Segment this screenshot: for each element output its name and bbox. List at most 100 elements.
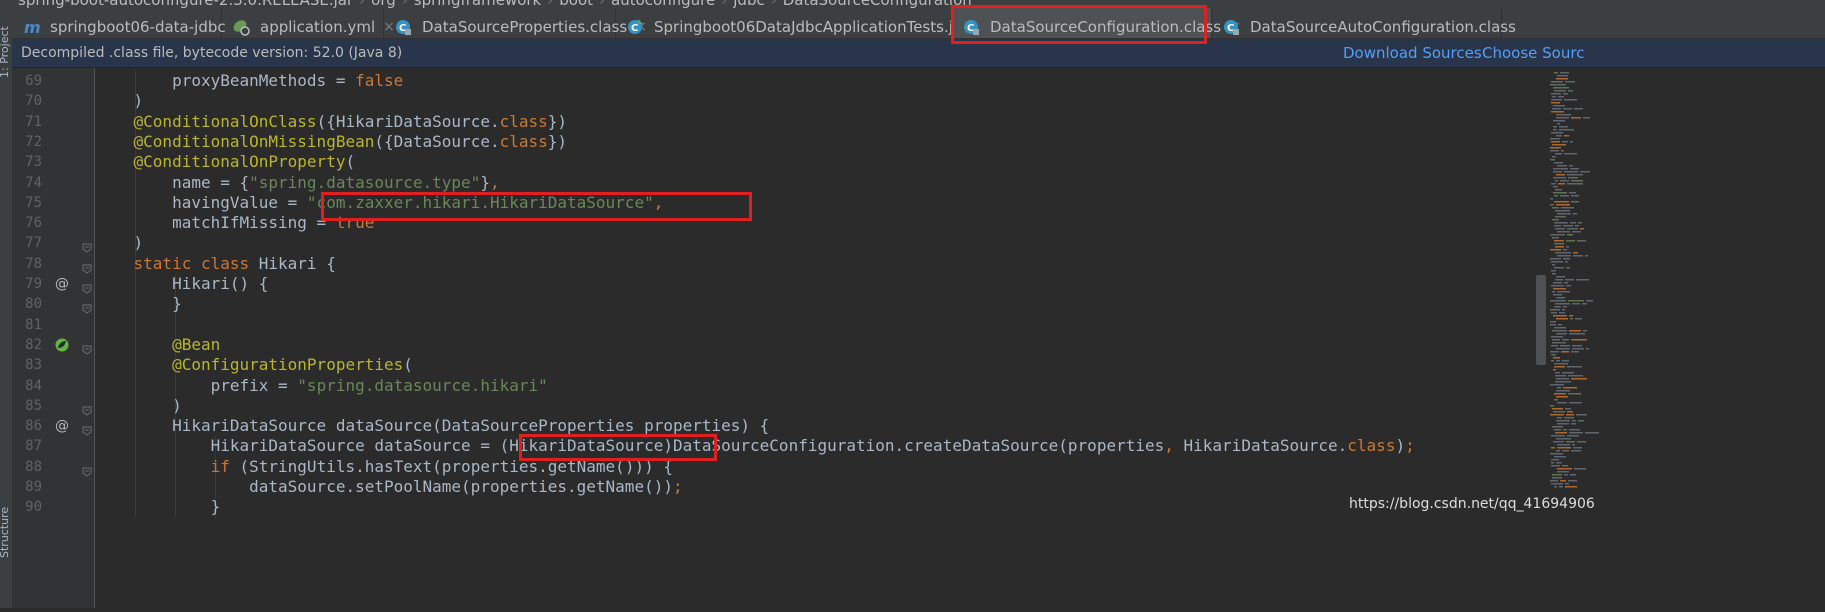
- watermark: https://blog.csdn.net/qq_41694906: [1349, 496, 1595, 512]
- code-token: Hikari() {: [95, 274, 269, 293]
- code-line[interactable]: ): [95, 233, 144, 253]
- fold-marker-icon[interactable]: [82, 462, 92, 477]
- choose-sources-link[interactable]: Choose Sourc: [1482, 44, 1584, 62]
- code-token: }: [95, 294, 182, 314]
- fold-marker-icon[interactable]: [82, 279, 92, 294]
- code-line[interactable]: HikariDataSource dataSource = (HikariDat…: [95, 436, 1415, 456]
- breadcrumb-item[interactable]: spring-boot-autoconfigure-2.3.0.RELEASE.…: [18, 0, 353, 8]
- line-number: 90: [25, 499, 42, 516]
- code-token: matchIfMissing =: [95, 213, 336, 233]
- code-line[interactable]: prefix = "spring.datasource.hikari": [95, 376, 548, 396]
- code-token: ): [95, 395, 182, 415]
- line-number: 73: [25, 154, 42, 171]
- breadcrumb-separator: ›: [359, 0, 365, 8]
- code-token: }): [547, 111, 568, 131]
- code-token: }: [95, 497, 221, 517]
- code-token: ,: [1164, 436, 1184, 456]
- line-number: 74: [25, 174, 42, 191]
- code-token: }): [547, 131, 568, 151]
- line-number: 78: [25, 255, 42, 272]
- line-number: 83: [25, 357, 42, 374]
- breadcrumb-item[interactable]: springframework: [414, 0, 541, 8]
- code-token: "spring.datasource.type": [249, 172, 481, 192]
- code-line[interactable]: ): [95, 396, 182, 416]
- test-class-icon: C: [626, 18, 644, 36]
- code-token: @ConfigurationProperties: [95, 355, 404, 375]
- line-number: 69: [25, 73, 42, 89]
- line-number: 79: [25, 276, 42, 292]
- minimap[interactable]: [1536, 68, 1825, 608]
- breadcrumb-item[interactable]: jdbc: [733, 0, 764, 8]
- code-token: Hikari {: [258, 253, 336, 273]
- code-token: (: [403, 355, 413, 375]
- code-line[interactable]: }: [95, 294, 182, 314]
- code-token: ({DataSource.: [374, 131, 500, 151]
- code-token: if: [95, 456, 240, 476]
- code-token: false: [355, 71, 404, 90]
- highlight-box-active-tab: [951, 5, 1207, 44]
- code-line[interactable]: dataSource.setPoolName(properties.getNam…: [95, 477, 683, 497]
- editor-gutter[interactable]: 69 70 71 72 73 74 75 76 77 78 79 @80 81 82 83 84 85 86 @87…: [12, 68, 95, 608]
- code-line[interactable]: @Bean: [95, 335, 220, 355]
- maven-m-icon: m: [22, 18, 40, 36]
- code-line[interactable]: Hikari() {: [95, 274, 268, 294]
- code-token: @ConditionalOnClass: [95, 111, 317, 131]
- code-token: dataSource.setPoolName(properties.getNam…: [95, 477, 673, 496]
- breadcrumb-separator: ›: [771, 0, 777, 8]
- code-line[interactable]: name = {"spring.datasource.type"},: [95, 173, 500, 193]
- highlight-box-cast: [519, 434, 717, 461]
- fold-marker-icon[interactable]: [82, 259, 92, 274]
- code-token: ({HikariDataSource.: [316, 111, 500, 131]
- code-token: ): [1395, 436, 1406, 456]
- yaml-leaf-icon: [232, 18, 250, 36]
- override-marker-icon[interactable]: @: [55, 419, 69, 433]
- project-tool-label[interactable]: 1: Project: [0, 26, 11, 78]
- download-sources-link[interactable]: Download Sources: [1343, 44, 1482, 62]
- fold-marker-icon[interactable]: [82, 238, 92, 254]
- tab-label: application.yml: [260, 18, 376, 36]
- tab-label: Springboot06DataJdbcApplicationTests.jav…: [654, 18, 981, 36]
- line-number: 80: [25, 296, 42, 313]
- code-token: ;: [672, 477, 683, 496]
- breadcrumb-separator: ›: [402, 0, 408, 8]
- tab-label: DataSourceProperties.class: [422, 18, 628, 36]
- override-marker-icon[interactable]: @: [55, 277, 69, 291]
- code-line[interactable]: proxyBeanMethods = false: [95, 71, 403, 91]
- decompiled-banner: Decompiled .class file, bytecode version…: [12, 38, 1825, 68]
- code-editor[interactable]: proxyBeanMethods = false ) @ConditionalO…: [95, 68, 1535, 608]
- fold-marker-icon[interactable]: [82, 401, 92, 416]
- code-line[interactable]: @ConfigurationProperties(: [95, 355, 413, 375]
- code-token: class: [499, 131, 548, 151]
- code-token: static class: [95, 253, 259, 273]
- breadcrumb-item[interactable]: autoconfigure: [611, 0, 715, 8]
- tab-label: DataSourceAutoConfiguration.class: [1250, 18, 1516, 36]
- fold-marker-icon[interactable]: [82, 340, 92, 355]
- breadcrumb-item[interactable]: org: [371, 0, 396, 8]
- code-token: ): [95, 233, 144, 253]
- class-file-icon: C: [1222, 18, 1240, 36]
- fold-marker-icon[interactable]: [82, 421, 92, 436]
- code-token: "spring.datasource.hikari": [297, 375, 548, 395]
- code-token: @ConditionalOnMissingBean: [95, 131, 375, 151]
- tab-label: springboot06-data-jdbc: [50, 18, 226, 36]
- code-line[interactable]: static class Hikari {: [95, 254, 336, 274]
- code-token: (: [345, 152, 356, 172]
- code-line[interactable]: @ConditionalOnClass({HikariDataSource.cl…: [95, 111, 568, 132]
- line-number: 72: [25, 133, 42, 150]
- line-number: 76: [25, 215, 42, 232]
- vertical-scrollbar-thumb[interactable]: [1536, 275, 1546, 365]
- spring-bean-icon[interactable]: [55, 338, 69, 352]
- line-number: 87: [25, 438, 42, 455]
- code-line[interactable]: ): [95, 91, 144, 111]
- breadcrumb-item[interactable]: DataSourceConfiguration: [783, 0, 972, 8]
- code-token: proxyBeanMethods =: [95, 71, 356, 90]
- code-line[interactable]: @ConditionalOnMissingBean({DataSource.cl…: [95, 131, 568, 152]
- structure-tool-label[interactable]: Structure: [0, 507, 11, 558]
- highlight-box-having-value: [321, 192, 752, 221]
- code-token: ;: [1405, 436, 1415, 456]
- breadcrumb-item[interactable]: boot: [559, 0, 593, 8]
- code-line[interactable]: @ConditionalOnProperty(: [95, 152, 356, 172]
- line-number: 70: [25, 93, 42, 110]
- code-line[interactable]: }: [95, 497, 221, 517]
- fold-marker-icon[interactable]: [82, 299, 92, 314]
